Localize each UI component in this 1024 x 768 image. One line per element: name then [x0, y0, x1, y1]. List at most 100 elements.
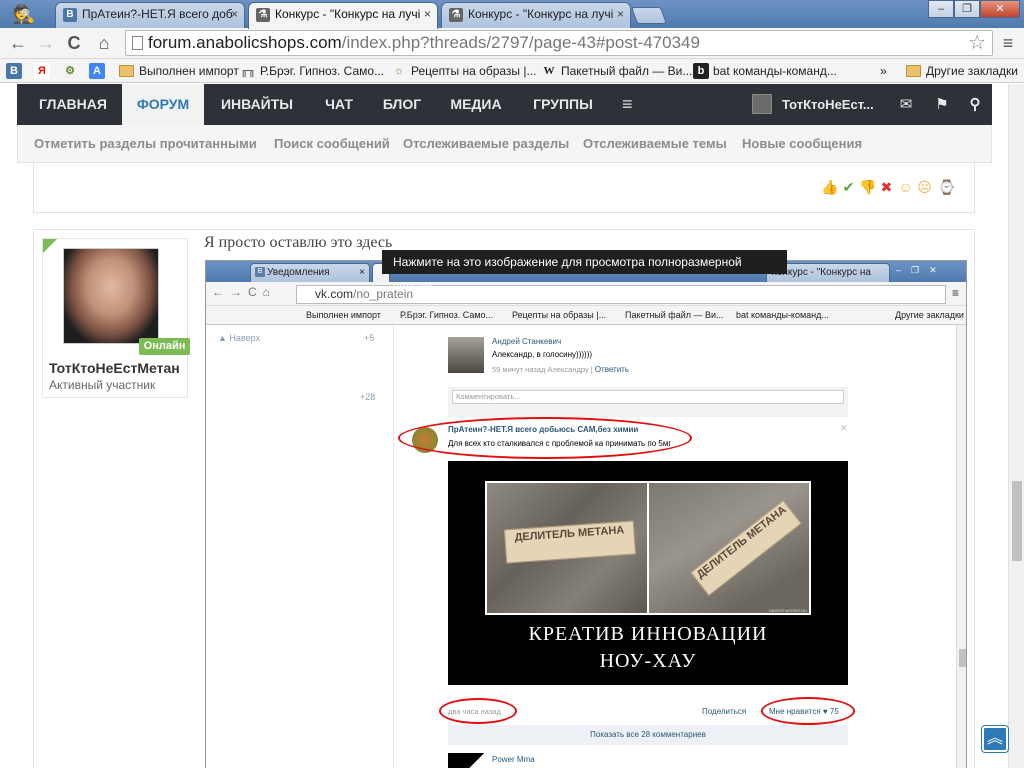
demotivator-image: ДЕЛИТЕЛЬ МЕТАНА ДЕЛИТЕЛЬ МЕТАНА DEMOTIVA… — [448, 461, 848, 685]
new-messages-link[interactable]: Новые сообщения — [742, 125, 862, 163]
nav-media[interactable]: МЕДИА — [442, 84, 510, 125]
dislike-rating-icon[interactable]: 👎 — [859, 179, 876, 196]
search-icon[interactable]: ⚲ — [964, 84, 986, 125]
new-tab-button[interactable] — [630, 7, 668, 24]
bookmark-imported-folder[interactable]: Выполнен импорт — [119, 62, 239, 80]
page-icon — [132, 36, 143, 50]
bookmark-bat[interactable]: b bat команды-команд... — [693, 62, 837, 80]
red-highlight-circle — [439, 698, 517, 724]
agree-rating-icon[interactable]: ✔ — [840, 179, 857, 196]
nav-blog[interactable]: БЛОГ — [374, 84, 430, 125]
bookmark-label: Пакетный файл — Ви... — [561, 64, 693, 78]
vk-left-column: ▲ Наверх +5 +28 — [206, 325, 394, 768]
tag-label: ДЕЛИТЕЛЬ МЕТАНА — [503, 520, 637, 564]
author-name[interactable]: ТотКтоНеЕстМетан — [49, 360, 180, 376]
commenter-avatar — [448, 337, 484, 373]
image-tooltip: Нажмите на это изображение для просмотра… — [382, 250, 787, 293]
bookmarks-overflow-button[interactable]: » — [880, 62, 887, 80]
smile-rating-icon[interactable]: ☺ — [897, 179, 914, 196]
bookmark-extension[interactable]: ⚙ — [62, 62, 78, 80]
nav-username: ТотКтоНеЕст... — [782, 97, 874, 112]
online-corner-marker — [43, 239, 57, 253]
bookmark-translate[interactable]: A — [89, 62, 105, 80]
address-bar[interactable]: forum.anabolicshops.com/index.php?thread… — [125, 30, 993, 56]
browser-tab-forum-active[interactable]: ⚗ Конкурс - "Конкурс на лучі × — [248, 2, 438, 29]
tab-title: Конкурс - "Конкурс на лучі — [468, 7, 614, 21]
author-avatar[interactable] — [63, 248, 159, 344]
vk-show-all-comments: Показать все 28 комментариев — [448, 725, 848, 745]
bookmark-vk[interactable]: В — [6, 62, 22, 80]
red-highlight-circle — [398, 417, 692, 459]
tab-close-icon[interactable]: × — [617, 3, 624, 25]
reload-button[interactable]: C — [62, 32, 86, 54]
nav-home[interactable]: ГЛАВНАЯ — [27, 84, 119, 125]
embedded-nav-buttons: ←→C⌂ — [212, 285, 276, 299]
nav-groups[interactable]: ГРУППЫ — [523, 84, 603, 125]
bookmark-star-icon[interactable]: ☆ — [968, 31, 986, 55]
nav-user-account[interactable]: ТотКтоНеЕст... — [752, 84, 874, 125]
forum-main-nav: ГЛАВНАЯ ФОРУМ ИНВАЙТЫ ЧАТ БЛОГ МЕДИА ГРУ… — [17, 84, 992, 125]
nav-invites[interactable]: ИНВАЙТЫ — [213, 84, 301, 125]
page-scrollbar[interactable] — [1008, 84, 1024, 768]
vk-icon: В — [6, 63, 22, 79]
forward-button[interactable]: → — [34, 32, 58, 54]
yandex-icon: Я — [34, 63, 50, 79]
forum-icon: ⚗ — [449, 8, 463, 22]
other-bookmarks-folder[interactable]: Другие закладки — [906, 62, 1018, 80]
chrome-menu-icon[interactable]: ≡ — [998, 33, 1018, 53]
watched-forums-link[interactable]: Отслеживаемые разделы — [403, 125, 569, 163]
tag-label: ДЕЛИТЕЛЬ МЕТАНА — [690, 499, 802, 597]
sad-rating-icon[interactable]: ☹ — [916, 179, 933, 196]
minimize-button[interactable]: ‒ — [928, 0, 954, 18]
maximize-button[interactable]: ❐ — [954, 0, 980, 18]
home-button[interactable]: ⌂ — [92, 32, 116, 54]
browser-toolbar: ← → C ⌂ forum.anabolicshops.com/index.ph… — [0, 28, 1024, 59]
tab-close-icon: × — [359, 267, 365, 278]
browser-tab-strip: 🕵 В ПрАтеин?-НЕТ.Я всего добі × ⚗ Конкур… — [0, 0, 1024, 29]
flag-icon[interactable]: ⚑ — [931, 84, 953, 125]
bookmark-recipes[interactable]: ☼ Рецепты на образы |... — [391, 62, 537, 80]
winner-rating-icon[interactable]: ⌚ — [938, 179, 955, 196]
tab-close-icon[interactable]: × — [231, 3, 238, 25]
online-badge: Онлайн — [139, 338, 190, 355]
hamburger-menu-icon[interactable]: ≡ — [622, 84, 633, 125]
scroll-to-top-button[interactable]: ︽ — [982, 726, 1008, 752]
url-host: forum.anabolicshops.com — [148, 33, 342, 52]
translate-icon: A — [89, 63, 105, 79]
folder-icon — [119, 65, 134, 77]
bookmark-wikipedia[interactable]: W Пакетный файл — Ви... — [541, 62, 693, 80]
like-rating-icon[interactable]: 👍 — [821, 179, 838, 196]
forum-post: Онлайн ТотКтоНеЕстМетан Активный участни… — [33, 229, 975, 768]
post-author-block: Онлайн ТотКтоНеЕстМетан Активный участни… — [42, 238, 190, 398]
embedded-toolbar: ←→C⌂ vk.com/no_pratein ≡ — [206, 282, 966, 306]
disagree-rating-icon[interactable]: ✖ — [878, 179, 895, 196]
bookmark-yandex[interactable]: Я — [34, 62, 50, 80]
attached-screenshot-image[interactable]: В Уведомления × Конкурс - "Конкурс на –❐✕ … — [205, 260, 967, 768]
bookmark-bragg[interactable]: ╓╖ Р.Брэг. Гипноз. Само... — [240, 62, 384, 80]
browser-tab-vk[interactable]: В ПрАтеин?-НЕТ.Я всего добі × — [55, 2, 245, 28]
gear-icon: ⚙ — [65, 65, 75, 77]
book-icon: ╓╖ — [240, 65, 256, 77]
mark-forums-read-link[interactable]: Отметить разделы прочитанными — [34, 125, 257, 163]
back-button[interactable]: ← — [6, 32, 30, 54]
nav-forum[interactable]: ФОРУМ — [122, 84, 204, 125]
tab-title: Конкурс - "Конкурс на лучі — [275, 7, 421, 21]
embedded-bookmark: bat команды-команд... — [736, 310, 829, 320]
nav-chat[interactable]: ЧАТ — [314, 84, 364, 125]
mail-icon[interactable]: ✉ — [895, 84, 917, 125]
search-messages-link[interactable]: Поиск сообщений — [274, 125, 390, 163]
next-commenter-avatar — [448, 753, 484, 768]
comment-input: Комментировать... — [452, 390, 844, 404]
watched-threads-link[interactable]: Отслеживаемые темы — [583, 125, 727, 163]
page-scrollbar-thumb[interactable] — [1012, 481, 1022, 561]
bookmark-label: Выполнен импорт — [139, 64, 239, 78]
close-window-button[interactable]: ✕ — [980, 0, 1020, 18]
vk-up-label: Наверх — [229, 333, 261, 343]
embedded-bookmarks-bar: Выполнен импорт Р.Брэг. Гипноз. Само... … — [206, 306, 966, 325]
bookmark-label: Рецепты на образы |... — [411, 64, 537, 78]
tab-close-icon[interactable]: × — [424, 3, 431, 25]
previous-post-footer: 👍 ✔ 👎 ✖ ☺ ☹ ⌚ — [33, 163, 975, 213]
photo-left: ДЕЛИТЕЛЬ МЕТАНА — [487, 483, 649, 613]
browser-tab-forum[interactable]: ⚗ Конкурс - "Конкурс на лучі × — [441, 2, 631, 28]
comment-author: Андрей Станкевич — [492, 337, 562, 346]
